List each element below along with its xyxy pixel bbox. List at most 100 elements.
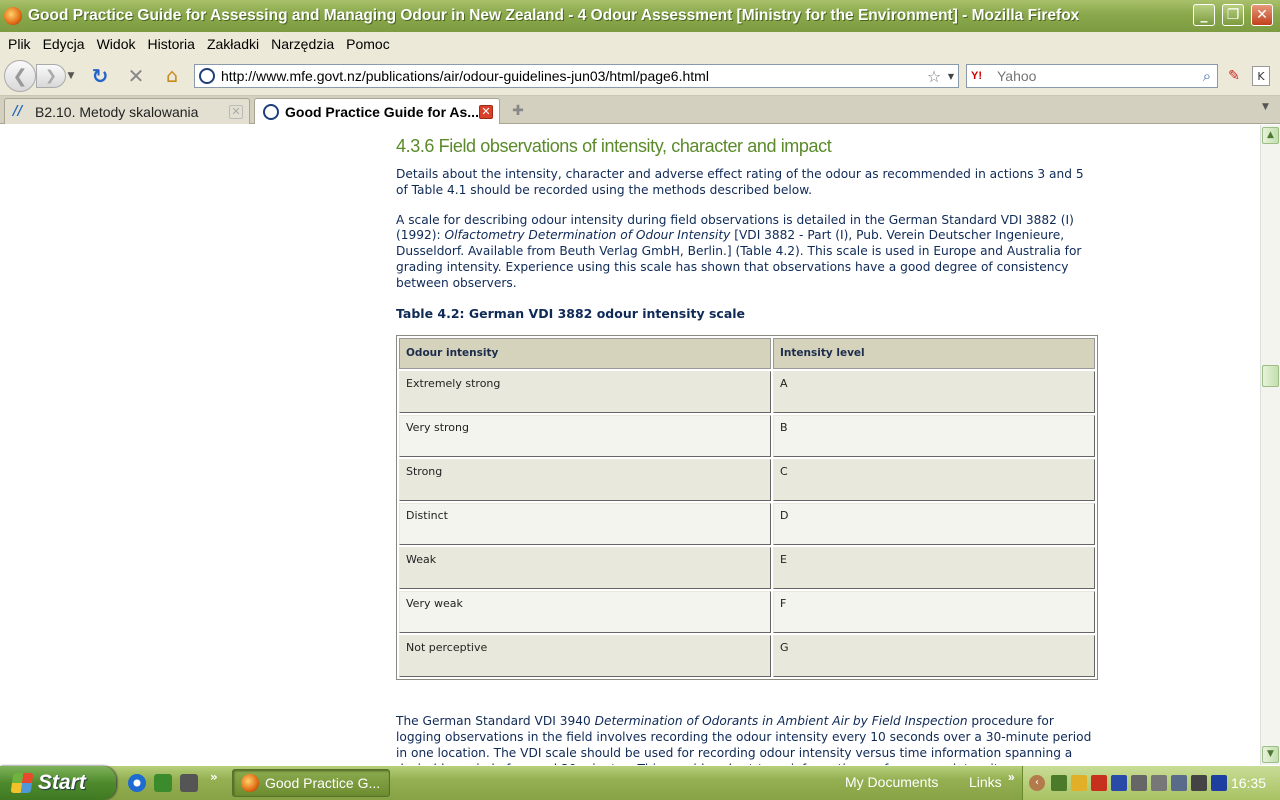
table-row: Strong C [399, 459, 1095, 502]
links-toolbar[interactable]: Links [969, 774, 1002, 790]
search-engine-icon[interactable]: Y! [967, 70, 997, 82]
title-bar: Good Practice Guide for Assessing and Ma… [0, 0, 1280, 32]
table-cell: Very weak [399, 591, 771, 634]
start-button[interactable]: Start [0, 766, 116, 800]
menu-plik[interactable]: Plik [2, 36, 37, 52]
vertical-scrollbar[interactable]: ▲ ▼ [1260, 125, 1280, 765]
quicklaunch-more-button[interactable]: » [210, 770, 228, 788]
table-cell: Weak [399, 547, 771, 590]
menu-edycja[interactable]: Edycja [37, 36, 91, 52]
stop-icon: ✕ [127, 64, 145, 88]
taskbar-window-button[interactable]: Good Practice G... [232, 769, 390, 797]
paragraph: Details about the intensity, character a… [396, 167, 1084, 197]
menu-pomoc[interactable]: Pomoc [340, 36, 396, 52]
windows-logo-icon [10, 773, 34, 793]
menu-historia[interactable]: Historia [142, 36, 201, 52]
tray-app-icon[interactable] [1091, 775, 1107, 791]
table-cell: Very strong [399, 415, 771, 458]
minimize-button[interactable]: _ [1193, 4, 1215, 26]
paragraph: A scale for describing odour intensity d… [396, 213, 1098, 292]
window-button-label: Good Practice G... [265, 775, 381, 791]
quicklaunch-app-icon[interactable] [154, 774, 172, 792]
tab-label: B2.10. Metody skalowania [35, 103, 199, 120]
home-icon: ⌂ [165, 65, 179, 87]
page-content: 4.3.6 Field observations of intensity, c… [0, 125, 1260, 765]
text-italic: Olfactometry Determination of Odour Inte… [444, 228, 731, 243]
table-cell: Strong [399, 459, 771, 502]
reload-icon: ↻ [91, 64, 109, 88]
tab-list-dropdown[interactable]: ▼ [1262, 102, 1278, 112]
clock[interactable]: 16:35 [1231, 775, 1266, 791]
firefox-icon [241, 774, 259, 792]
network-disconnected-icon[interactable] [1171, 775, 1187, 791]
menu-bar: Plik Edycja Widok Historia Zakładki Narz… [0, 32, 1280, 56]
section-heading: 4.3.6 Field observations of intensity, c… [396, 136, 832, 156]
scroll-up-button[interactable]: ▲ [1262, 127, 1279, 144]
search-input[interactable] [997, 68, 1197, 84]
table-cell: G [773, 635, 1095, 678]
tab-favicon [263, 103, 279, 120]
search-bar[interactable]: Y! ⌕ [966, 64, 1218, 88]
table-row: Extremely strong A [399, 371, 1095, 414]
url-text[interactable]: http://www.mfe.govt.nz/publications/air/… [221, 68, 924, 84]
table-row: Very strong B [399, 415, 1095, 458]
paragraph: The German Standard VDI 3940 Determinati… [396, 714, 1098, 765]
new-tab-button[interactable]: ✚ [506, 100, 530, 122]
intensity-table: Odour intensity Intensity level Extremel… [396, 335, 1098, 681]
menu-zakladki[interactable]: Zakładki [201, 36, 265, 52]
start-label: Start [38, 771, 86, 794]
display-icon[interactable] [1191, 775, 1207, 791]
toolbar-more-button[interactable]: » [1008, 770, 1015, 784]
back-button[interactable]: ❮ [4, 60, 36, 92]
tab-close-icon[interactable]: ✕ [229, 104, 243, 119]
table-row: Not perceptive G [399, 635, 1095, 678]
bookmark-star-icon[interactable]: ☆ [924, 67, 944, 86]
scrollbar-thumb[interactable] [1262, 365, 1279, 387]
column-header: Odour intensity [399, 338, 771, 370]
tray-expand-icon[interactable]: ‹ [1029, 775, 1045, 791]
tray-app-icon[interactable] [1051, 775, 1067, 791]
url-dropdown-icon[interactable]: ▼ [944, 72, 958, 81]
reload-button[interactable]: ↻ [88, 64, 112, 88]
addon-k-icon[interactable]: K [1252, 66, 1270, 86]
maximize-button[interactable]: ❐ [1222, 4, 1244, 26]
scroll-down-button[interactable]: ▼ [1262, 746, 1279, 763]
menu-narzedzia[interactable]: Narzędzia [265, 36, 340, 52]
my-documents-toolbar[interactable]: My Documents [845, 774, 938, 790]
firefox-icon [4, 7, 22, 25]
tab-good-practice-guide[interactable]: Good Practice Guide for As... ✕ [254, 98, 500, 124]
table-caption: Table 4.2: German VDI 3882 odour intensi… [396, 305, 746, 321]
bluetooth-icon[interactable] [1111, 775, 1127, 791]
column-header: Intensity level [773, 338, 1095, 370]
forward-arrow-icon: ❯ [45, 68, 57, 84]
tab-metody-skalowania[interactable]: // B2.10. Metody skalowania ✕ [4, 98, 250, 124]
addon-icon[interactable]: ✎ [1224, 66, 1244, 86]
table-row: Distinct D [399, 503, 1095, 546]
forward-button[interactable]: ❯ [36, 64, 66, 88]
search-icon[interactable]: ⌕ [1197, 67, 1217, 85]
table-cell: Extremely strong [399, 371, 771, 414]
tab-label: Good Practice Guide for As... [285, 103, 479, 120]
close-button[interactable]: ✕ [1251, 4, 1273, 26]
table-cell: E [773, 547, 1095, 590]
tab-favicon: // [13, 103, 23, 119]
article: 4.3.6 Field observations of intensity, c… [396, 135, 1098, 765]
tab-close-icon[interactable]: ✕ [479, 104, 493, 119]
navigation-toolbar: ❮ ❯ ▼ ↻ ✕ ⌂ http://www.mfe.govt.nz/publi… [0, 56, 1280, 96]
back-arrow-icon: ❮ [12, 65, 28, 87]
stop-button[interactable]: ✕ [124, 64, 148, 88]
network-icon[interactable] [1151, 775, 1167, 791]
menu-widok[interactable]: Widok [91, 36, 142, 52]
table-cell: Not perceptive [399, 635, 771, 678]
window-title: Good Practice Guide for Assessing and Ma… [28, 7, 1080, 24]
history-dropdown[interactable]: ▼ [66, 66, 76, 86]
home-button[interactable]: ⌂ [160, 64, 184, 88]
table-cell: F [773, 591, 1095, 634]
tray-app-icon[interactable] [1211, 775, 1227, 791]
network-icon[interactable] [1131, 775, 1147, 791]
tray-app-icon[interactable] [1071, 775, 1087, 791]
address-bar[interactable]: http://www.mfe.govt.nz/publications/air/… [194, 64, 959, 88]
quicklaunch-media-icon[interactable] [180, 774, 198, 792]
quicklaunch-browser-icon[interactable] [128, 774, 146, 792]
table-row: Weak E [399, 547, 1095, 590]
